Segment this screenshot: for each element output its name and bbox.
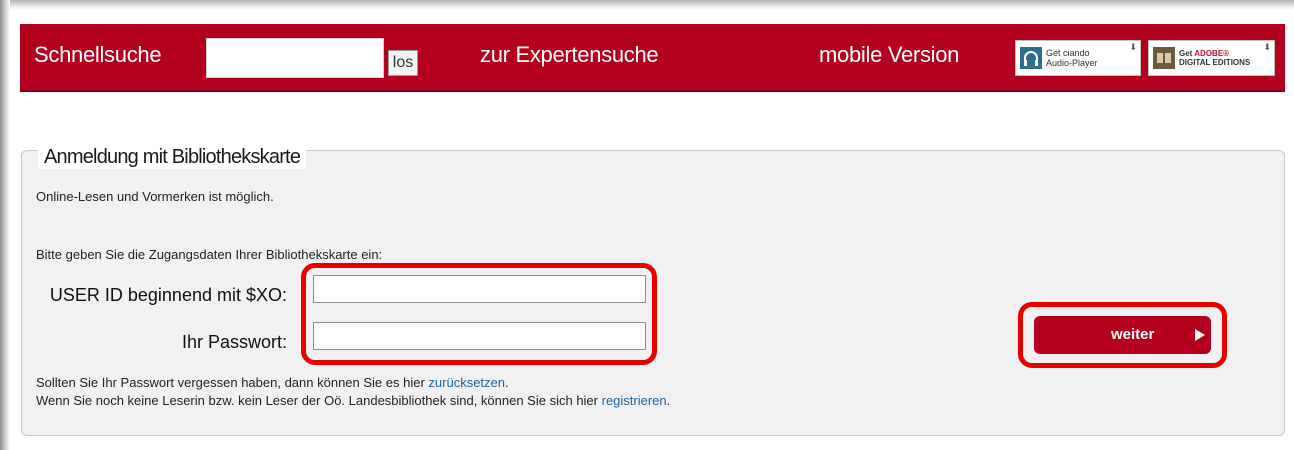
top-shadow [0, 0, 1294, 10]
adobe-digital-editions-badge[interactable]: Get ADOBE® DIGITAL EDITIONS ⬇ [1148, 40, 1275, 76]
download-arrow-icon: ⬇ [1263, 42, 1271, 52]
user-id-label: USER ID beginnend mit $XO: [49, 285, 287, 305]
forgot-password-sentence: Sollten Sie Ihr Passwort vergessen haben… [36, 375, 429, 390]
ciando-audio-player-badge[interactable]: Get ciando Audio-Player ⬇ [1015, 40, 1141, 76]
quick-search-label: Schnellsuche [34, 42, 162, 67]
adobe-badge-line2: DIGITAL EDITIONS [1179, 58, 1251, 67]
mobile-version-link[interactable]: mobile Version [819, 42, 959, 68]
fields-highlight-frame [301, 263, 657, 365]
search-go-button[interactable]: los [388, 50, 418, 76]
button-highlight-frame [1018, 302, 1227, 368]
instruction-text: Bitte geben Sie die Zugangsdaten Ihrer B… [36, 247, 383, 262]
register-period: . [666, 393, 671, 408]
login-panel-title: Anmeldung mit Bibliothekskarte [38, 145, 307, 169]
password-label: Ihr Passwort: [181, 332, 287, 352]
expert-search-link[interactable]: zur Expertensuche [480, 42, 659, 68]
quick-search-input[interactable] [206, 38, 384, 78]
register-sentence: Wenn Sie noch keine Leserin bzw. kein Le… [36, 393, 602, 408]
register-link[interactable]: registrieren [602, 393, 667, 408]
forgot-period: . [505, 375, 509, 390]
ciando-badge-line1: Get ciando [1046, 48, 1090, 58]
headphones-icon [1020, 47, 1042, 69]
adobe-badge-brand: ADOBE® [1194, 49, 1230, 58]
adobe-badge-get: Get [1179, 49, 1193, 58]
left-shadow [0, 0, 10, 450]
top-navigation-bar: Schnellsuche los zur Expertensuche mobil… [20, 24, 1285, 92]
online-info-text: Online-Lesen und Vormerken ist möglich. [36, 189, 274, 204]
book-icon [1153, 47, 1175, 69]
reset-password-link[interactable]: zurücksetzen [428, 375, 505, 390]
forgot-password-text: Sollten Sie Ihr Passwort vergessen haben… [36, 375, 509, 391]
register-text: Wenn Sie noch keine Leserin bzw. kein Le… [36, 393, 670, 409]
ciando-badge-line2: Audio-Player [1046, 58, 1098, 68]
download-arrow-icon: ⬇ [1129, 42, 1137, 52]
